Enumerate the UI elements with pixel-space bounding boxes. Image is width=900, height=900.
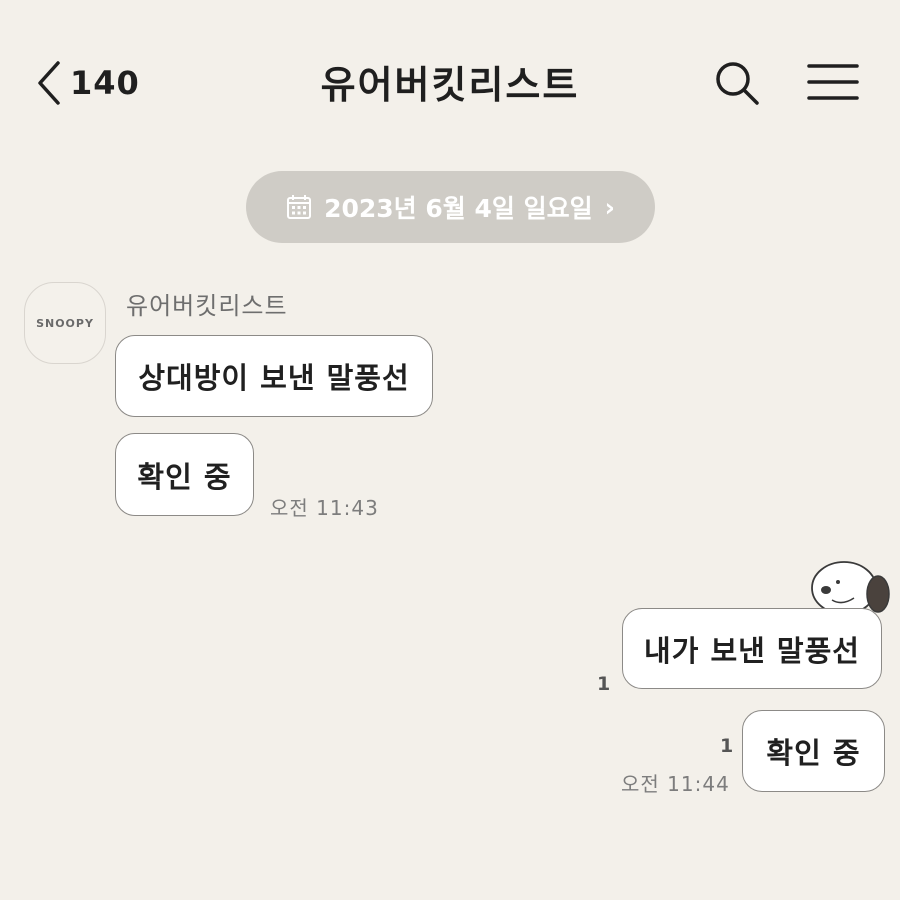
received-timestamp: 오전 11:43 — [270, 496, 379, 520]
unread-indicator: 1 — [597, 673, 611, 695]
message-text: 확인 중 — [766, 736, 861, 770]
sent-bubble[interactable]: 내가 보낸 말풍선 — [622, 608, 882, 689]
received-bubble[interactable]: 상대방이 보낸 말풍선 — [115, 335, 433, 417]
message-text: 내가 보낸 말풍선 — [644, 633, 860, 668]
search-button[interactable] — [712, 58, 762, 108]
sent-bubble[interactable]: 확인 중 — [742, 710, 885, 792]
hamburger-menu-icon — [807, 64, 859, 100]
avatar-logo-text: SNOOPY — [36, 316, 94, 330]
chevron-right-icon: › — [604, 192, 615, 222]
received-bubble[interactable]: 확인 중 — [115, 433, 254, 516]
message-text: 상대방이 보낸 말풍선 — [138, 361, 410, 395]
sender-name: 유어버킷리스트 — [126, 292, 288, 320]
avatar[interactable]: SNOOPY — [24, 282, 106, 364]
search-icon — [716, 62, 759, 105]
sent-timestamp: 오전 11:44 — [621, 772, 730, 796]
unread-indicator: 1 — [720, 735, 734, 757]
date-text: 2023년 6월 4일 일요일 — [324, 194, 593, 223]
snoopy-face-icon — [811, 561, 890, 615]
menu-button[interactable] — [806, 62, 860, 104]
chat-title: 유어버킷리스트 — [320, 63, 580, 107]
calendar-icon — [287, 195, 312, 219]
message-text: 확인 중 — [137, 459, 232, 494]
date-divider[interactable]: 2023년 6월 4일 일요일 › — [246, 171, 655, 243]
